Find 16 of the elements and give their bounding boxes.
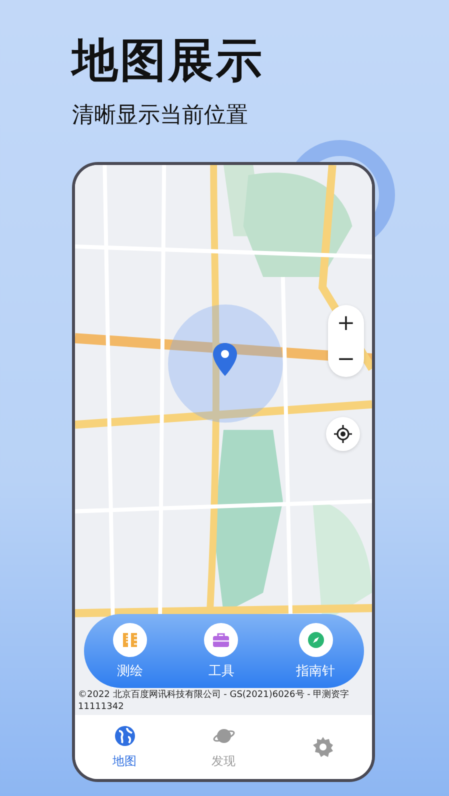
zoom-out-button[interactable]: − (328, 341, 364, 377)
location-pin-icon (213, 343, 237, 376)
gear-icon (312, 736, 334, 758)
tab[interactable]: 发现 (174, 715, 273, 779)
globe-icon (114, 724, 136, 746)
toolbox-icon (212, 632, 230, 648)
subtitle: 清晰显示当前位置 (72, 102, 249, 130)
tab[interactable]: 地图 (75, 715, 174, 779)
target-icon (334, 425, 352, 443)
compass-icon (306, 630, 325, 648)
zoom-in-button[interactable]: + (328, 305, 364, 341)
ruler-icon (122, 632, 138, 648)
action-button[interactable]: 测绘 (112, 622, 147, 680)
action-button[interactable]: 指南针 (296, 622, 336, 680)
action-button[interactable]: 工具 (204, 622, 238, 680)
headline: 地图展示 (72, 32, 265, 89)
